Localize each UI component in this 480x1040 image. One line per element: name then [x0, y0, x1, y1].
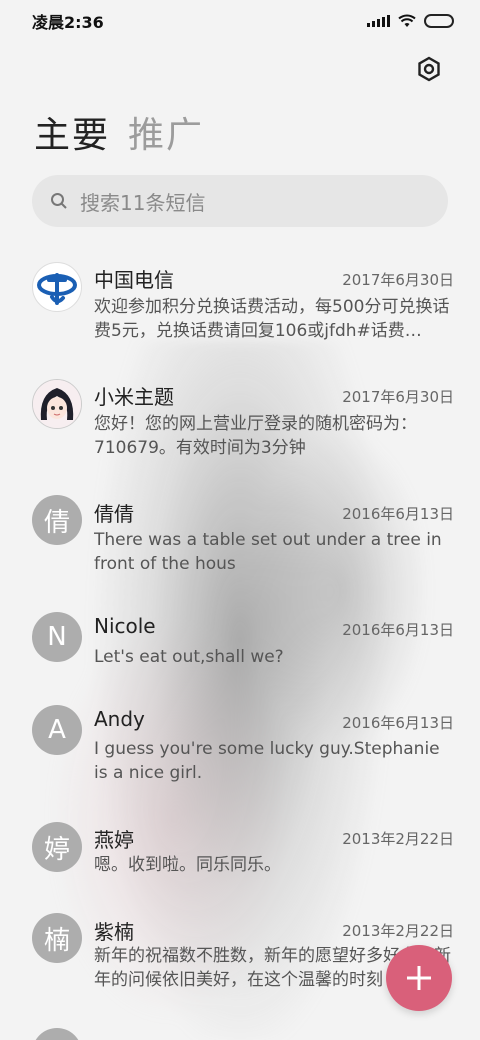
status-bar: 凌晨2:36 [0, 0, 480, 42]
sender-name: 小米主题 [94, 385, 174, 409]
status-time: 凌晨2:36 [32, 13, 104, 32]
message-date: 2017年6月30日 [342, 271, 454, 289]
sender-name: Andy [94, 707, 145, 731]
sender-name: 倩倩 [94, 502, 134, 526]
contact-avatar: A [32, 705, 82, 755]
message-preview: Let's eat out,shall we? [94, 647, 284, 667]
contact-avatar: 婷 [32, 822, 82, 872]
search-icon [50, 192, 68, 210]
message-preview: 欢迎参加积分兑换话费活动，每500分可兑换话费5元，兑换话费请回复106或jfd… [94, 297, 450, 341]
sender-name: 紫楠 [94, 920, 134, 944]
battery-icon [424, 14, 454, 28]
wifi-icon [398, 14, 416, 28]
message-date: 2013年2月22日 [342, 830, 454, 848]
message-preview: I guess you're some lucky guy.Stephanie … [94, 739, 440, 783]
plus-icon [407, 966, 431, 990]
message-preview: 您好！您的网上营业厅登录的随机密码为：710679。有效时间为3分钟 [94, 414, 417, 458]
settings-icon[interactable] [416, 56, 442, 82]
message-preview: There was a table set out under a tree i… [94, 530, 442, 574]
tab-promotions[interactable]: 推广 [128, 106, 204, 158]
signal-icon [367, 15, 390, 27]
message-date: 2016年6月13日 [342, 714, 454, 732]
contact-avatar: 楠 [32, 913, 82, 963]
contact-avatar: 倩 [32, 495, 82, 545]
tab-bar: 主要 推广 [34, 106, 204, 158]
message-date: 2016年6月13日 [342, 621, 454, 639]
sender-name: 燕婷 [94, 828, 134, 852]
anime-girl-avatar [32, 379, 82, 429]
search-input[interactable]: 搜索11条短信 [80, 187, 205, 216]
tab-primary[interactable]: 主要 [34, 106, 110, 158]
message-date: 2016年6月13日 [342, 505, 454, 523]
status-icons [367, 14, 454, 28]
message-preview: 嗯。收到啦。同乐同乐。 [94, 855, 281, 875]
search-bar[interactable]: 搜索11条短信 [32, 175, 448, 227]
china-telecom-logo [32, 262, 82, 312]
message-date: 2013年2月22日 [342, 922, 454, 940]
sender-name: 中国电信 [94, 268, 174, 292]
contact-avatar: N [32, 612, 82, 662]
message-date: 2017年6月30日 [342, 388, 454, 406]
compose-button[interactable] [386, 945, 452, 1011]
sender-name: Nicole [94, 614, 156, 638]
